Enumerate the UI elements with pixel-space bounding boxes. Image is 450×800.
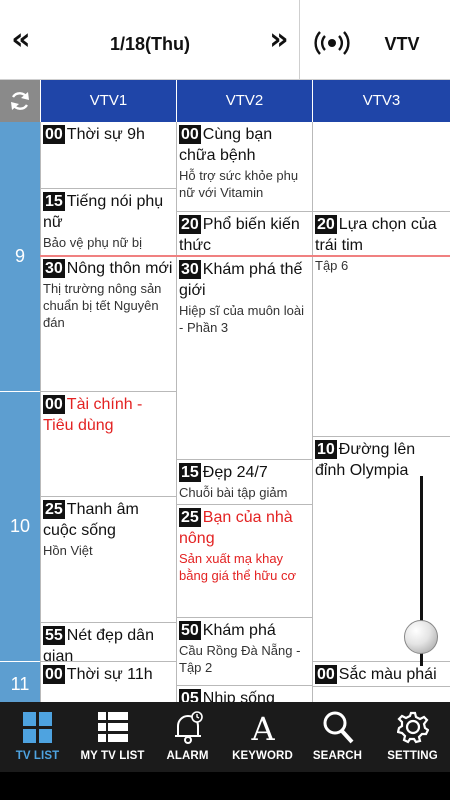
program-item[interactable]: 50 Khám phá Cầu Rồng Đà Nẵng - Tập 2 [177, 618, 312, 686]
letter-a-icon: A [250, 710, 275, 744]
current-time-indicator [40, 255, 450, 257]
channel-column-vtv1: 00 Thời sự 9h 15 Tiếng nói phụ nữ Bảo vệ p… [40, 122, 176, 702]
channel-header-vtv1[interactable]: VTV1 [40, 80, 176, 122]
next-day-button[interactable]: » [264, 24, 294, 56]
channel-column-vtv2: 00 Cùng bạn chữa bệnh Hỗ trợ sức khỏe phụ… [176, 122, 312, 702]
nav-label: MY TV LIST [80, 750, 145, 762]
bottom-navigation: TV LIST MY TV LIST ALARM A KEYWORD SEARC… [0, 702, 450, 800]
magnifier-icon [323, 711, 354, 744]
gear-icon [397, 711, 429, 744]
hour-label: 11 [0, 662, 40, 702]
program-item[interactable]: 20 Lựa chọn của trái tim Tập 6 [313, 212, 450, 437]
nav-label: SEARCH [312, 750, 363, 762]
scroll-handle[interactable] [404, 620, 438, 654]
nav-my-tv-list[interactable]: MY TV LIST [75, 702, 150, 772]
program-item[interactable]: 05 Nhịp sống [177, 686, 312, 702]
list-icon [98, 712, 128, 742]
hour-label: 10 [0, 392, 40, 662]
system-gesture-bar [0, 772, 450, 800]
broadcast-icon [314, 31, 350, 55]
program-item[interactable]: 00 Cùng bạn chữa bệnh Hỗ trợ sức khỏe phụ… [177, 122, 312, 212]
program-item[interactable]: 55 Nét đẹp dân gian [41, 623, 176, 662]
current-date: 1/18(Thu) [109, 34, 190, 54]
grid-icon [23, 712, 52, 743]
nav-label: TV LIST [15, 750, 60, 762]
nav-tv-list[interactable]: TV LIST [0, 702, 75, 772]
nav-search[interactable]: SEARCH [300, 702, 375, 772]
channel-group-selector[interactable]: VTV [300, 0, 450, 80]
nav-keyword[interactable]: A KEYWORD [225, 702, 300, 772]
refresh-icon [11, 92, 29, 110]
date-selector: « 1/18(Thu) » [0, 0, 300, 80]
channel-header-vtv2[interactable]: VTV2 [176, 80, 312, 122]
program-item[interactable]: 30 Nông thôn mới Thị trường nông sản chuẩ… [41, 256, 176, 392]
program-item[interactable]: 20 Phổ biến kiến thức [177, 212, 312, 257]
nav-label: KEYWORD [232, 750, 293, 762]
program-item[interactable]: 25 Thanh âm cuộc sống Hồn Việt [41, 497, 176, 623]
program-item[interactable]: 00 Tài chính - Tiêu dùng [41, 392, 176, 497]
svg-text:A: A [250, 710, 275, 744]
channel-group-name: VTV [384, 34, 420, 54]
channel-header-vtv3[interactable]: VTV3 [312, 80, 450, 122]
hour-label: 9 [0, 122, 40, 392]
program-item[interactable]: 00 Thời sự 11h [41, 662, 176, 702]
program-item[interactable] [313, 122, 450, 212]
program-item[interactable]: 15 Đẹp 24/7 Chuỗi bài tập giảm [177, 460, 312, 505]
refresh-button[interactable] [0, 80, 40, 122]
nav-label: SETTING [387, 750, 438, 762]
nav-label: ALARM [166, 750, 209, 762]
program-item[interactable]: 00 Thời sự 9h [41, 122, 176, 189]
top-header: « 1/18(Thu) » VTV [0, 0, 450, 80]
previous-day-button[interactable]: « [6, 24, 36, 56]
program-item[interactable]: 00 Sắc màu phái [313, 662, 450, 687]
program-item[interactable]: 15 Tiếng nói phụ nữ Bảo vệ phụ nữ bị [41, 189, 176, 256]
schedule-grid[interactable]: 9 10 11 00 Thời sự 9h 15 Tiếng nói phụ nữ … [0, 122, 450, 702]
nav-setting[interactable]: SETTING [375, 702, 450, 772]
nav-alarm[interactable]: ALARM [150, 702, 225, 772]
program-item[interactable]: 30 Khám phá thế giới Hiệp sĩ của muôn loà… [177, 257, 312, 460]
program-item[interactable]: 25 Bạn của nhà nông Sản xuất mạ khay bằng… [177, 505, 312, 618]
alarm-bell-icon [175, 711, 203, 744]
channel-column-vtv3: 20 Lựa chọn của trái tim Tập 6 10 Đường lê… [312, 122, 450, 702]
